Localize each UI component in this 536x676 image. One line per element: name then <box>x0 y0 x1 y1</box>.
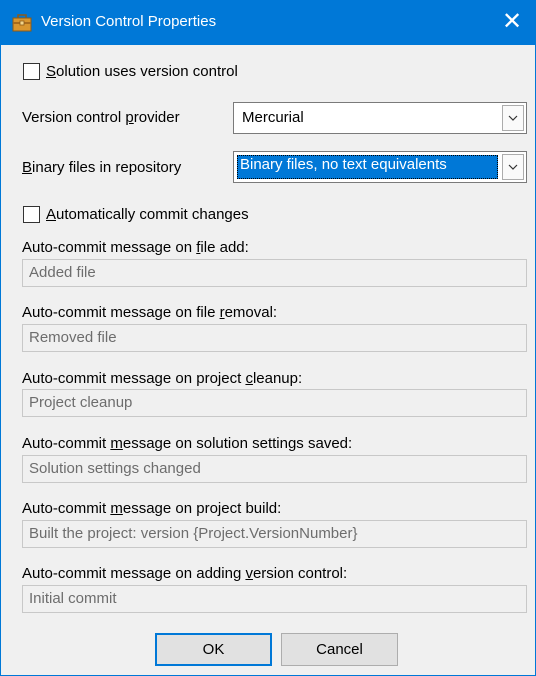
add-vc-message-label: Auto-commit message on adding version co… <box>22 565 348 582</box>
checkbox-label: Solution uses version control <box>46 63 238 80</box>
binary-files-label: Binary files in repository <box>22 159 182 176</box>
chevron-down-icon[interactable] <box>502 154 524 180</box>
provider-value: Mercurial <box>242 109 304 126</box>
file-removal-message-field[interactable]: Removed file <box>22 324 527 352</box>
project-cleanup-message-label: Auto-commit message on project cleanup: <box>22 370 303 387</box>
dialog-window: Version Control Properties ✕ Solution us… <box>0 0 536 676</box>
settings-saved-message-field[interactable]: Solution settings changed <box>22 455 527 483</box>
dialog-content: Solution uses version control Version co… <box>1 45 535 675</box>
ok-button[interactable]: OK <box>155 633 272 666</box>
close-button[interactable]: ✕ <box>489 1 535 45</box>
close-icon: ✕ <box>501 8 523 35</box>
cancel-button[interactable]: Cancel <box>281 633 398 666</box>
auto-commit-checkbox[interactable]: Automatically commit changes <box>23 206 249 223</box>
provider-label: Version control provider <box>22 109 180 126</box>
title-bar[interactable]: Version Control Properties ✕ <box>1 1 535 45</box>
binary-files-dropdown[interactable]: Binary files, no text equivalents <box>233 151 527 183</box>
project-build-message-label: Auto-commit message on project build: <box>22 500 282 517</box>
chevron-down-icon[interactable] <box>502 105 524 131</box>
add-vc-message-field[interactable]: Initial commit <box>22 585 527 613</box>
file-removal-message-label: Auto-commit message on file removal: <box>22 304 278 321</box>
binary-files-value: Binary files, no text equivalents <box>240 156 447 173</box>
checkbox-box[interactable] <box>23 63 40 80</box>
provider-dropdown[interactable]: Mercurial <box>233 102 527 134</box>
project-cleanup-message-field[interactable]: Project cleanup <box>22 389 527 417</box>
file-add-message-label: Auto-commit message on file add: <box>22 239 249 256</box>
solution-uses-vc-checkbox[interactable]: Solution uses version control <box>23 63 238 80</box>
file-add-message-field[interactable]: Added file <box>22 259 527 287</box>
window-title: Version Control Properties <box>41 13 217 30</box>
checkbox-label: Automatically commit changes <box>46 206 249 223</box>
project-build-message-field[interactable]: Built the project: version {Project.Vers… <box>22 520 527 548</box>
checkbox-box[interactable] <box>23 206 40 223</box>
settings-saved-message-label: Auto-commit message on solution settings… <box>22 435 353 452</box>
briefcase-icon <box>12 14 32 32</box>
